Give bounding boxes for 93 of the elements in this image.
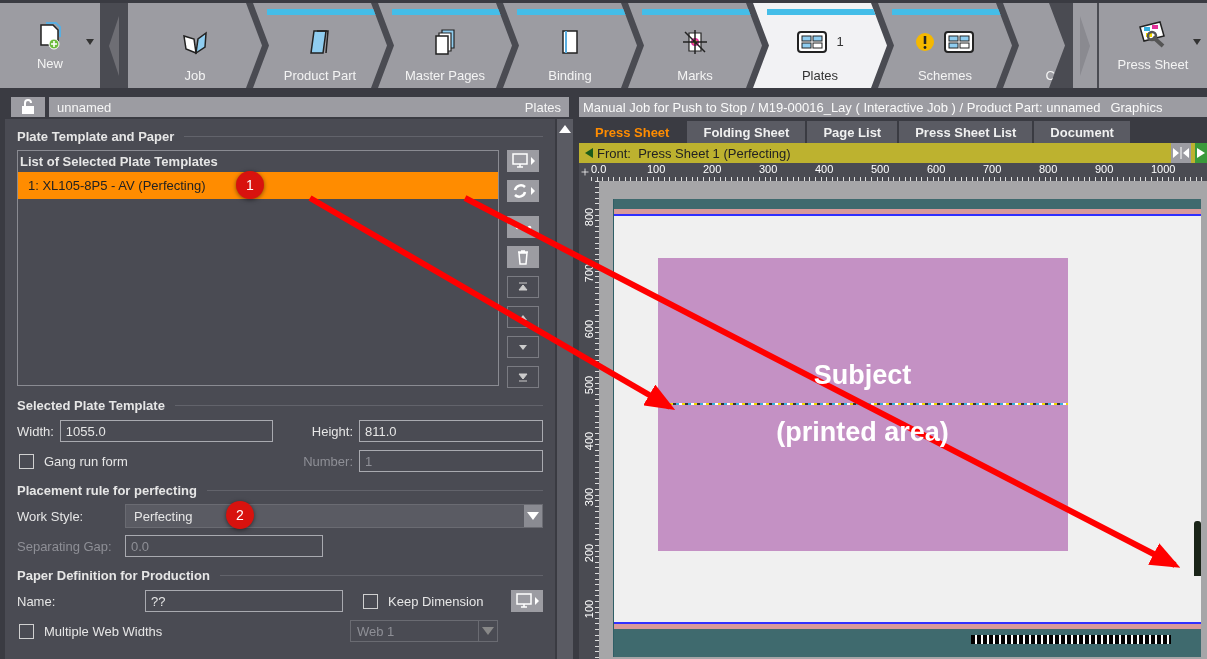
subject-title: Subject <box>813 360 912 391</box>
checkbox[interactable] <box>19 453 34 469</box>
view-tab[interactable]: Document <box>1034 121 1130 143</box>
dropdown-caret-icon[interactable] <box>86 39 94 45</box>
ruler-label: 100 <box>647 163 667 177</box>
section-title: Paper Definition for Production <box>17 568 210 583</box>
gripper-mark <box>1194 521 1201 576</box>
callout-badge: 2 <box>226 501 254 529</box>
view-mode: Graphics <box>1110 99 1163 115</box>
ruler-label: 400 <box>815 163 835 177</box>
sheet-side-label: Front: Press Sheet 1 (Perfecting) <box>597 145 791 161</box>
workflow-step-tab[interactable]: Job <box>128 3 262 88</box>
step-count: 1 <box>836 34 844 49</box>
scroll-up-icon[interactable] <box>559 125 571 133</box>
dropdown-caret-icon <box>527 512 539 520</box>
ruler-label: 600 <box>927 163 947 177</box>
workflow-step-tab[interactable]: Schemes <box>878 3 1012 88</box>
monitor-icon <box>510 152 536 170</box>
refresh-menu-button[interactable] <box>507 180 539 202</box>
ruler-label: 900 <box>1095 163 1115 177</box>
new-button[interactable]: New <box>0 3 100 88</box>
scrollbar[interactable] <box>555 119 573 659</box>
ruler-label: 0.0 <box>591 163 608 177</box>
ellipsis-icon <box>514 224 532 230</box>
section-title: Placement rule for perfecting <box>17 483 197 498</box>
monitor-icon <box>514 592 540 610</box>
workflow-step-tab[interactable]: Binding <box>503 3 637 88</box>
previous-icon[interactable] <box>585 148 593 158</box>
plate-grid-icon <box>943 28 975 55</box>
field-label: Number: <box>303 453 353 469</box>
monitor-menu-button[interactable] <box>511 590 543 612</box>
delete-button[interactable] <box>507 246 539 268</box>
job-name: unnamed <box>57 99 112 115</box>
plate-grid-icon <box>796 28 829 55</box>
ruler-label: 700 <box>983 163 1003 177</box>
press-sheet-button[interactable]: Press Sheet <box>1097 3 1207 88</box>
flip-button[interactable] <box>1171 143 1191 163</box>
panel-context: Plates <box>524 99 561 115</box>
ruler-label: 800 <box>1039 163 1059 177</box>
checkbox-label: Multiple Web Widths <box>44 623 164 639</box>
down-triangle-icon <box>519 344 527 350</box>
lock-button[interactable] <box>11 97 45 117</box>
right-triangle-icon <box>1197 148 1205 158</box>
workflow-step-tab[interactable]: 1 Plates <box>753 3 887 88</box>
ruler-label: 600 <box>583 319 595 339</box>
workflow-step-tab[interactable]: Marks <box>628 3 762 88</box>
checkbox[interactable] <box>363 593 378 609</box>
warning-icon <box>915 31 935 52</box>
field-label: Separating Gap: <box>17 538 113 554</box>
height-field[interactable]: 811.0 <box>359 420 543 442</box>
move-to-bottom-button[interactable] <box>507 366 539 388</box>
ruler-label: 300 <box>759 163 779 177</box>
dropdown-caret-icon[interactable] <box>1193 39 1201 45</box>
plate-template-item[interactable]: 1: XL105-8P5 - AV (Perfecting) 1 <box>18 172 498 199</box>
up-triangle-icon <box>519 314 527 320</box>
left-triangle-icon <box>109 15 119 76</box>
breadcrumb: Manual Job for Push to Stop / M19-00016_Lay ( Interactive Job ) / Product Part: unnamed <box>583 99 1101 115</box>
ruler-label: 800 <box>583 207 595 227</box>
ruler-label: 400 <box>583 431 595 451</box>
field-label: Width: <box>17 423 54 439</box>
callout-badge: 1 <box>236 171 264 199</box>
view-tab[interactable]: Folding Sheet <box>687 121 806 143</box>
ruler-label: 200 <box>583 543 595 563</box>
field-label: Height: <box>311 423 353 439</box>
next-button[interactable] <box>1195 143 1207 163</box>
ruler-label: 300 <box>583 487 595 507</box>
monitor-menu-button[interactable] <box>507 150 539 172</box>
field-label: Name: <box>17 593 57 609</box>
section-title: Plate Template and Paper <box>17 129 175 144</box>
move-to-top-button[interactable] <box>507 276 539 298</box>
ruler-label: 500 <box>871 163 891 177</box>
checkbox-label: Keep Dimension <box>388 593 484 609</box>
dropdown-caret-icon <box>482 627 494 635</box>
workflow-step-tab[interactable]: Product Part <box>253 3 387 88</box>
view-tab[interactable]: Press Sheet List <box>899 121 1033 143</box>
ruler-label: 1000 <box>1151 163 1177 177</box>
list-header: List of Selected Plate Templates <box>19 153 219 171</box>
move-up-button[interactable] <box>507 306 539 328</box>
section-title: Selected Plate Template <box>17 398 165 413</box>
ruler-label: 500 <box>583 375 595 395</box>
width-field[interactable]: 1055.0 <box>59 420 273 442</box>
ruler-label: 200 <box>703 163 723 177</box>
field-label: Work Style: <box>17 508 85 524</box>
paper-name-field[interactable]: ?? <box>145 590 343 612</box>
ruler-label: 100 <box>583 599 595 619</box>
view-tab[interactable]: Page List <box>807 121 898 143</box>
checkbox[interactable] <box>19 623 34 639</box>
checkbox-label: Gang run form <box>44 453 128 469</box>
flip-icon <box>1173 147 1189 159</box>
move-down-button[interactable] <box>507 336 539 358</box>
workflow-step-tab[interactable]: Master Pages <box>378 3 512 88</box>
unlocked-padlock-icon <box>21 99 35 115</box>
work-style-dropdown[interactable]: Perfecting 2 <box>125 504 543 528</box>
